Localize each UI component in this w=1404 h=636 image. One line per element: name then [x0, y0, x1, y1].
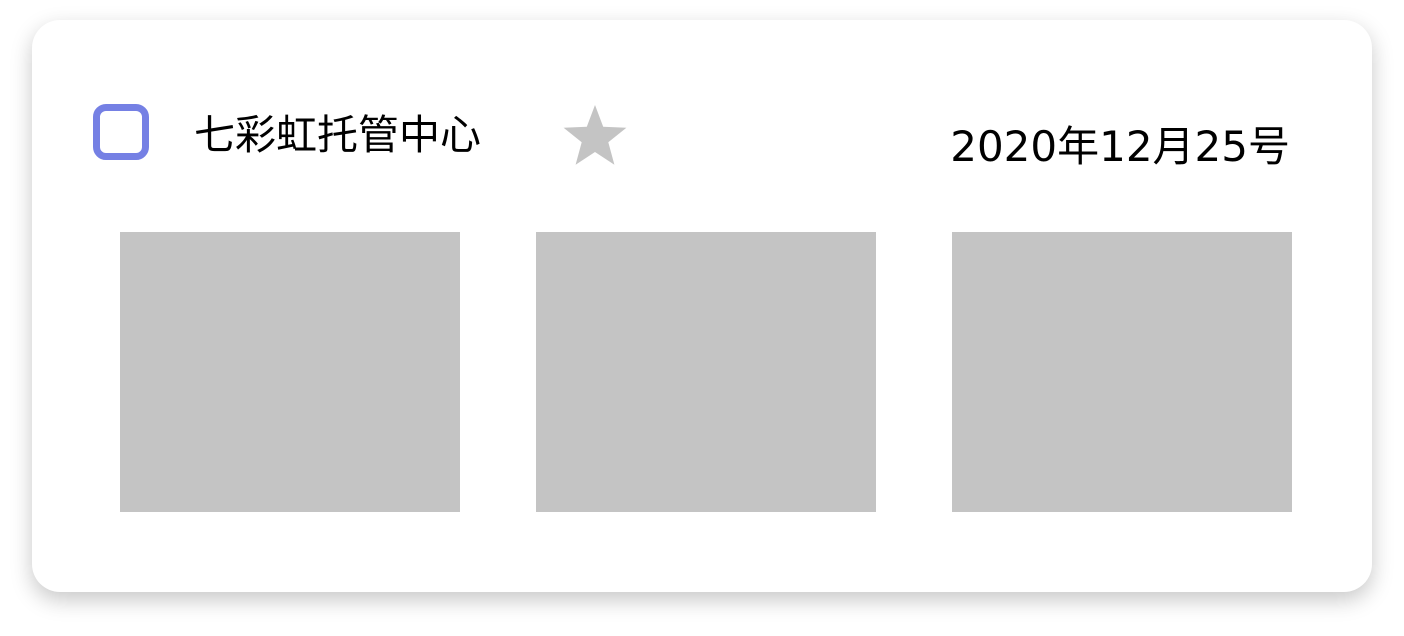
select-checkbox[interactable]: [93, 104, 149, 160]
image-placeholder-2[interactable]: [536, 232, 876, 512]
center-title: 七彩虹托管中心: [194, 111, 481, 159]
center-card: 七彩虹托管中心 2020年12月25号: [32, 20, 1372, 592]
star-shape: [563, 105, 627, 165]
image-placeholder-1[interactable]: [120, 232, 460, 512]
date-label: 2020年12月25号: [950, 122, 1290, 171]
star-icon[interactable]: [560, 102, 630, 172]
image-placeholder-3[interactable]: [952, 232, 1292, 512]
